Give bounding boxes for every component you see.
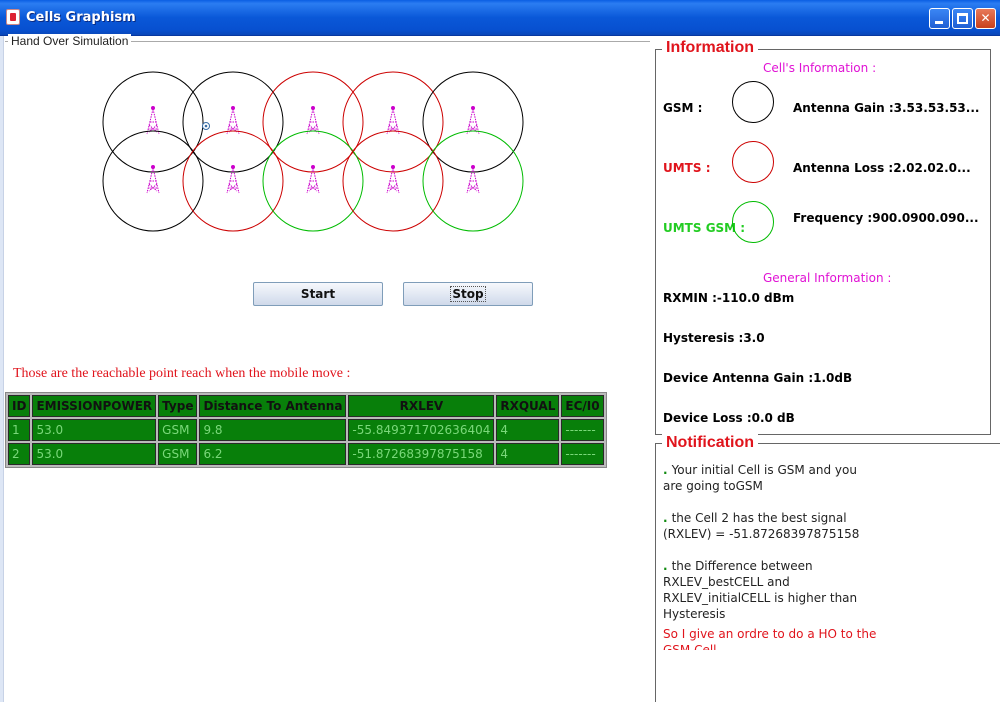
rxmin-value: RXMIN :-110.0 dBm	[663, 291, 795, 305]
umts-legend-circle	[732, 141, 774, 183]
maximize-icon	[957, 13, 968, 24]
notification-line: are going toGSM	[663, 479, 763, 493]
gsm-label: GSM :	[663, 101, 703, 115]
table-row[interactable]: 2 53.0 GSM 6.2 -51.87268397875158 4 ----…	[8, 443, 604, 465]
antenna-gain-value: Antenna Gain :3.53.53.53...	[793, 101, 980, 115]
stop-button[interactable]: Stop	[403, 282, 533, 306]
mobile-position-icon[interactable]	[202, 122, 210, 130]
bullet-icon: .	[663, 463, 668, 477]
table-row[interactable]: 1 53.0 GSM 9.8 -55.849371702636404 4 ---…	[8, 419, 604, 441]
notification-item: . Your initial Cell is GSM and you are go…	[663, 462, 883, 494]
gsm-legend-circle	[732, 81, 774, 123]
column-header-id[interactable]: ID	[8, 395, 31, 417]
antenna-tower-icon	[466, 165, 480, 194]
cell-emission-power[interactable]: 53.0	[32, 419, 157, 441]
information-title: Information	[662, 39, 758, 57]
cell-rxqual[interactable]: 4	[496, 419, 560, 441]
table-header-row: ID EMISSIONPOWER Type Distance To Antenn…	[8, 395, 604, 417]
antenna-tower-icon	[226, 165, 240, 194]
start-button[interactable]: Start	[253, 282, 383, 306]
column-header-emission-power[interactable]: EMISSIONPOWER	[32, 395, 157, 417]
notification-line: the Difference between	[671, 559, 813, 573]
maximize-button[interactable]	[952, 8, 973, 29]
cell-rxlev[interactable]: -55.849371702636404	[348, 419, 495, 441]
reachable-points-table: ID EMISSIONPOWER Type Distance To Antenn…	[5, 392, 607, 468]
notification-line: RXLEV_initialCELL is higher than	[663, 591, 858, 605]
column-header-rxlev[interactable]: RXLEV	[348, 395, 495, 417]
bullet-icon: .	[663, 559, 668, 573]
column-header-type[interactable]: Type	[158, 395, 198, 417]
notification-item: . the Difference between RXLEV_bestCELL a…	[663, 558, 883, 622]
column-header-rxqual[interactable]: RXQUAL	[496, 395, 560, 417]
cell-eci0[interactable]: -------	[561, 419, 604, 441]
antenna-tower-icon	[146, 165, 160, 194]
antenna-tower-icon	[306, 165, 320, 194]
window-title-bar[interactable]: Cells Graphism ✕	[0, 0, 1000, 36]
stop-button-label: Stop	[450, 286, 486, 302]
bullet-icon: .	[663, 511, 668, 525]
cell-rxqual[interactable]: 4	[496, 443, 560, 465]
cell-distance[interactable]: 6.2	[199, 443, 347, 465]
antenna-loss-value: Antenna Loss :2.02.02.0...	[793, 161, 971, 175]
window-left-border	[0, 36, 4, 702]
java-app-icon	[6, 9, 20, 25]
frequency-value: Frequency :900.0900.090...	[793, 211, 979, 225]
simulation-panel-title: Hand Over Simulation	[8, 34, 132, 48]
general-info-heading: General Information :	[763, 271, 892, 285]
cell-type[interactable]: GSM	[158, 443, 198, 465]
notification-title: Notification	[662, 434, 758, 452]
antenna-tower-icon	[146, 106, 160, 135]
device-loss-value: Device Loss :0.0 dB	[663, 411, 795, 425]
handover-order-note: So I give an ordre to do a HO to the GSM…	[663, 626, 883, 650]
notification-item: . the Cell 2 has the best signal (RXLEV) …	[663, 510, 883, 542]
antenna-tower-icon	[466, 106, 480, 135]
cell-type[interactable]: GSM	[158, 419, 198, 441]
minimize-button[interactable]	[929, 8, 950, 29]
cell-eci0[interactable]: -------	[561, 443, 604, 465]
column-header-distance[interactable]: Distance To Antenna	[199, 395, 347, 417]
umts-gsm-legend-circle	[732, 201, 774, 243]
close-button[interactable]: ✕	[975, 8, 996, 29]
close-icon: ✕	[980, 11, 991, 25]
notification-line: RXLEV_bestCELL and	[663, 575, 790, 589]
notification-line: Hysteresis	[663, 607, 726, 621]
device-antenna-gain-value: Device Antenna Gain :1.0dB	[663, 371, 853, 385]
antenna-tower-icon	[226, 106, 240, 135]
reachable-points-caption: Those are the reachable point reach when…	[13, 366, 351, 381]
minimize-icon	[935, 21, 943, 24]
cells-canvas	[102, 71, 524, 232]
antenna-tower-icon	[386, 106, 400, 135]
notification-line: Your initial Cell is GSM and you	[671, 463, 857, 477]
cells-info-heading: Cell's Information :	[763, 61, 877, 75]
umts-label: UMTS :	[663, 161, 711, 175]
antenna-tower-icon	[386, 165, 400, 194]
antenna-tower-icon	[306, 106, 320, 135]
hysteresis-value: Hysteresis :3.0	[663, 331, 765, 345]
cell-id[interactable]: 1	[8, 419, 31, 441]
cell-rxlev[interactable]: -51.87268397875158	[348, 443, 495, 465]
column-header-eci0[interactable]: EC/I0	[561, 395, 604, 417]
cell-distance[interactable]: 9.8	[199, 419, 347, 441]
cell-emission-power[interactable]: 53.0	[32, 443, 157, 465]
notification-line: So I give an ordre to do a HO to the	[663, 627, 877, 641]
notification-line: (RXLEV) = -51.87268397875158	[663, 527, 860, 541]
window-title: Cells Graphism	[26, 10, 136, 25]
cell-id[interactable]: 2	[8, 443, 31, 465]
notification-line: the Cell 2 has the best signal	[671, 511, 847, 525]
notification-line: GSM Cell	[663, 643, 717, 650]
